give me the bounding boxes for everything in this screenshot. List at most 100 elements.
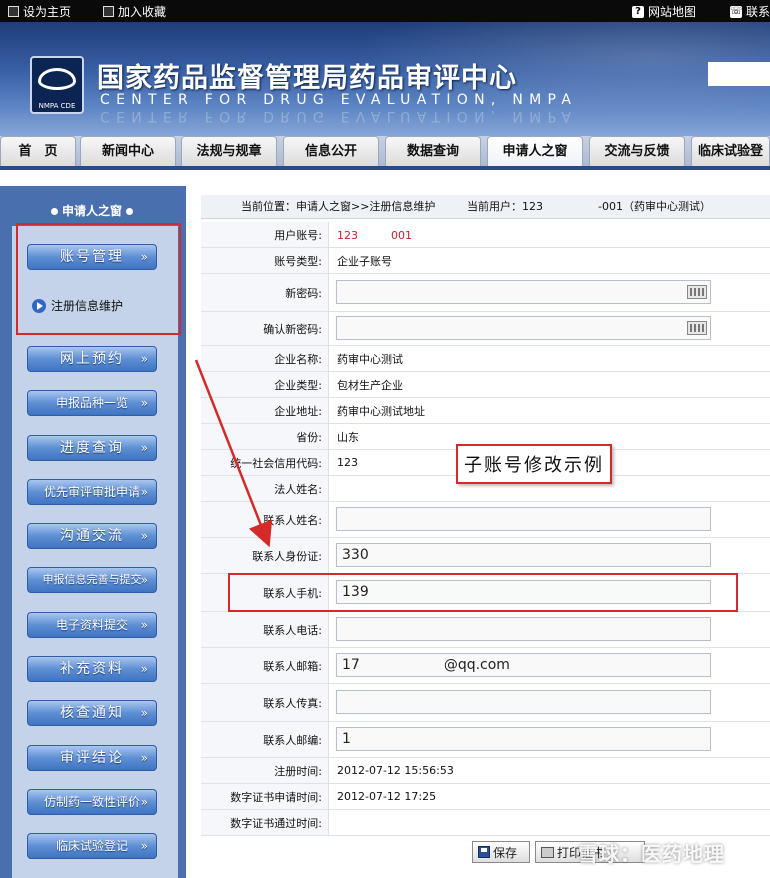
sidebar-item-submitted-varieties[interactable]: 申报品种一览 » (27, 390, 157, 416)
user-account-value: 123 001 (337, 228, 412, 242)
set-home-link[interactable]: 设为主页 (8, 3, 71, 20)
tab-data-query[interactable]: 数据查询 (385, 136, 481, 166)
add-favorite-label: 加入收藏 (118, 5, 167, 19)
contact-label: 联系 (746, 5, 770, 19)
sidebar-item-label: 申报品种一览 (55, 396, 128, 410)
sidebar-item-label: 临床试验登记 (55, 839, 128, 853)
sidebar-item-review-conclusion[interactable]: 审评结论 » (27, 745, 157, 771)
highlight-box-account (16, 223, 181, 335)
field-label: 新密码: (201, 274, 329, 311)
double-chevron-icon: » (140, 441, 148, 455)
add-favorite-link[interactable]: 加入收藏 (103, 3, 166, 20)
contact-phone-field[interactable] (336, 617, 711, 641)
sidebar-item-label: 审评结论 (60, 750, 124, 766)
search-input[interactable] (708, 62, 770, 86)
field-label: 数字证书申请时间: (201, 784, 329, 809)
form-row-user-account: 用户账号: 123 001 (201, 222, 770, 248)
field-label: 确认新密码: (201, 312, 329, 345)
sitemap-link[interactable]: ? 网站地图 (632, 3, 696, 20)
sidebar-item-generic-consistency[interactable]: 仿制药一致性评价» (27, 789, 157, 815)
tab-news[interactable]: 新闻中心 (80, 136, 176, 166)
tab-regulations[interactable]: 法规与规章 (181, 136, 277, 166)
contact-id-field[interactable]: 330 (336, 543, 711, 567)
new-password-field[interactable] (336, 280, 711, 304)
field-label: 注册时间: (201, 758, 329, 783)
tab-disclosure[interactable]: 信息公开 (283, 136, 379, 166)
field-label: 企业地址: (201, 398, 329, 423)
contact-fax-field[interactable] (336, 690, 711, 714)
sidebar-item-online-booking[interactable]: 网上预约 » (27, 346, 157, 372)
sidebar-item-progress-query[interactable]: 进度查询 » (27, 435, 157, 461)
site-title-reflection: CENTER FOR DRUG EVALUATION, NMPA (100, 108, 578, 124)
nav-underline (0, 166, 770, 170)
sidebar-item-inspection-notice[interactable]: 核查通知 » (27, 700, 157, 726)
field-label: 联系人传真: (201, 684, 329, 721)
double-chevron-icon: » (140, 529, 148, 543)
field-label: 用户账号: (201, 222, 329, 247)
field-label: 省份: (201, 424, 329, 449)
sidebar-heading-label: 申请人之窗 (61, 204, 122, 218)
field-label: 账号类型: (201, 248, 329, 273)
sidebar-item-label: 进度查询 (60, 440, 124, 456)
double-chevron-icon: » (140, 706, 148, 720)
bullet-icon (50, 208, 58, 215)
nmpa-logo[interactable]: NMPA CDE (30, 56, 84, 114)
form-row-account-type: 账号类型: 企业子账号 (201, 248, 770, 274)
tab-home[interactable]: 首 页 (0, 136, 76, 166)
double-chevron-icon: » (140, 662, 148, 676)
double-chevron-icon: » (140, 751, 148, 765)
logo-text: NMPA CDE (38, 102, 76, 110)
keyboard-icon[interactable] (687, 285, 707, 299)
phone-icon: ☏ (730, 5, 743, 18)
bookmark-icon (103, 6, 114, 17)
contact-email-field[interactable]: 17 @qq.com (336, 653, 711, 677)
sidebar-item-communication[interactable]: 沟通交流 » (27, 523, 157, 549)
form-row-confirm-password: 确认新密码: (201, 312, 770, 346)
tab-applicant-window[interactable]: 申请人之窗 (487, 136, 583, 168)
bullet-icon (126, 208, 133, 215)
form-row-contact-id: 联系人身份证: 330 (201, 538, 770, 574)
double-chevron-icon: » (140, 618, 148, 632)
home-icon (8, 6, 19, 17)
site-title-cn: 国家药品监督管理局药品审评中心 (97, 63, 517, 94)
sidebar-item-clinical-registration[interactable]: 临床试验登记 » (27, 833, 157, 859)
sidebar-item-label: 核查通知 (60, 705, 124, 721)
save-label: 保存 (493, 845, 518, 860)
double-chevron-icon: » (140, 839, 148, 853)
annotation-callout: 子账号修改示例 (456, 444, 612, 484)
sidebar-item-label: 沟通交流 (60, 528, 124, 544)
company-address-value: 药审中心测试地址 (337, 404, 425, 418)
keyboard-icon[interactable] (687, 321, 707, 335)
double-chevron-icon: » (140, 795, 148, 809)
sidebar-item-electronic-submission[interactable]: 电子资料提交 » (27, 612, 157, 638)
sidebar-item-label: 网上预约 (60, 351, 124, 367)
current-user: 当前用户：123 -001（药审中心测试） (467, 200, 711, 213)
field-label: 数字证书通过时间: (201, 810, 329, 835)
save-button[interactable]: 保存 (472, 841, 530, 863)
tab-clinical-trial[interactable]: 临床试验登 (691, 136, 770, 166)
form-row-company-address: 企业地址: 药审中心测试地址 (201, 398, 770, 424)
tab-feedback[interactable]: 交流与反馈 (589, 136, 685, 166)
sidebar-item-supplementary[interactable]: 补充资料 » (27, 656, 157, 682)
form-row-cert-pass-time: 数字证书通过时间: (201, 810, 770, 836)
double-chevron-icon: » (140, 485, 148, 499)
sidebar-heading: 申请人之窗 (8, 200, 176, 222)
sidebar-item-info-submission[interactable]: 申报信息完善与提交» (27, 567, 157, 593)
form-row-register-time: 注册时间: 2012-07-12 15:56:53 (201, 758, 770, 784)
contact-zip-field[interactable]: 1 (336, 727, 711, 751)
field-label: 统一社会信用代码: (201, 450, 329, 475)
confirm-password-field[interactable] (336, 316, 711, 340)
cert-apply-time-value: 2012-07-12 17:25 (337, 790, 437, 803)
contact-link[interactable]: ☏ 联系 (730, 3, 770, 20)
form-row-contact-phone: 联系人电话: (201, 612, 770, 648)
field-label: 联系人邮编: (201, 722, 329, 757)
field-label: 企业类型: (201, 372, 329, 397)
printer-icon (541, 846, 554, 858)
field-label: 法人姓名: (201, 476, 329, 501)
form-row-company-name: 企业名称: 药审中心测试 (201, 346, 770, 372)
sidebar-item-label: 申报信息完善与提交 (42, 573, 142, 586)
contact-name-field[interactable] (336, 507, 711, 531)
sidebar-item-priority-review[interactable]: 优先审评审批申请» (27, 479, 157, 505)
sidebar-item-label: 仿制药一致性评价 (43, 795, 140, 809)
field-label: 企业名称: (201, 346, 329, 371)
